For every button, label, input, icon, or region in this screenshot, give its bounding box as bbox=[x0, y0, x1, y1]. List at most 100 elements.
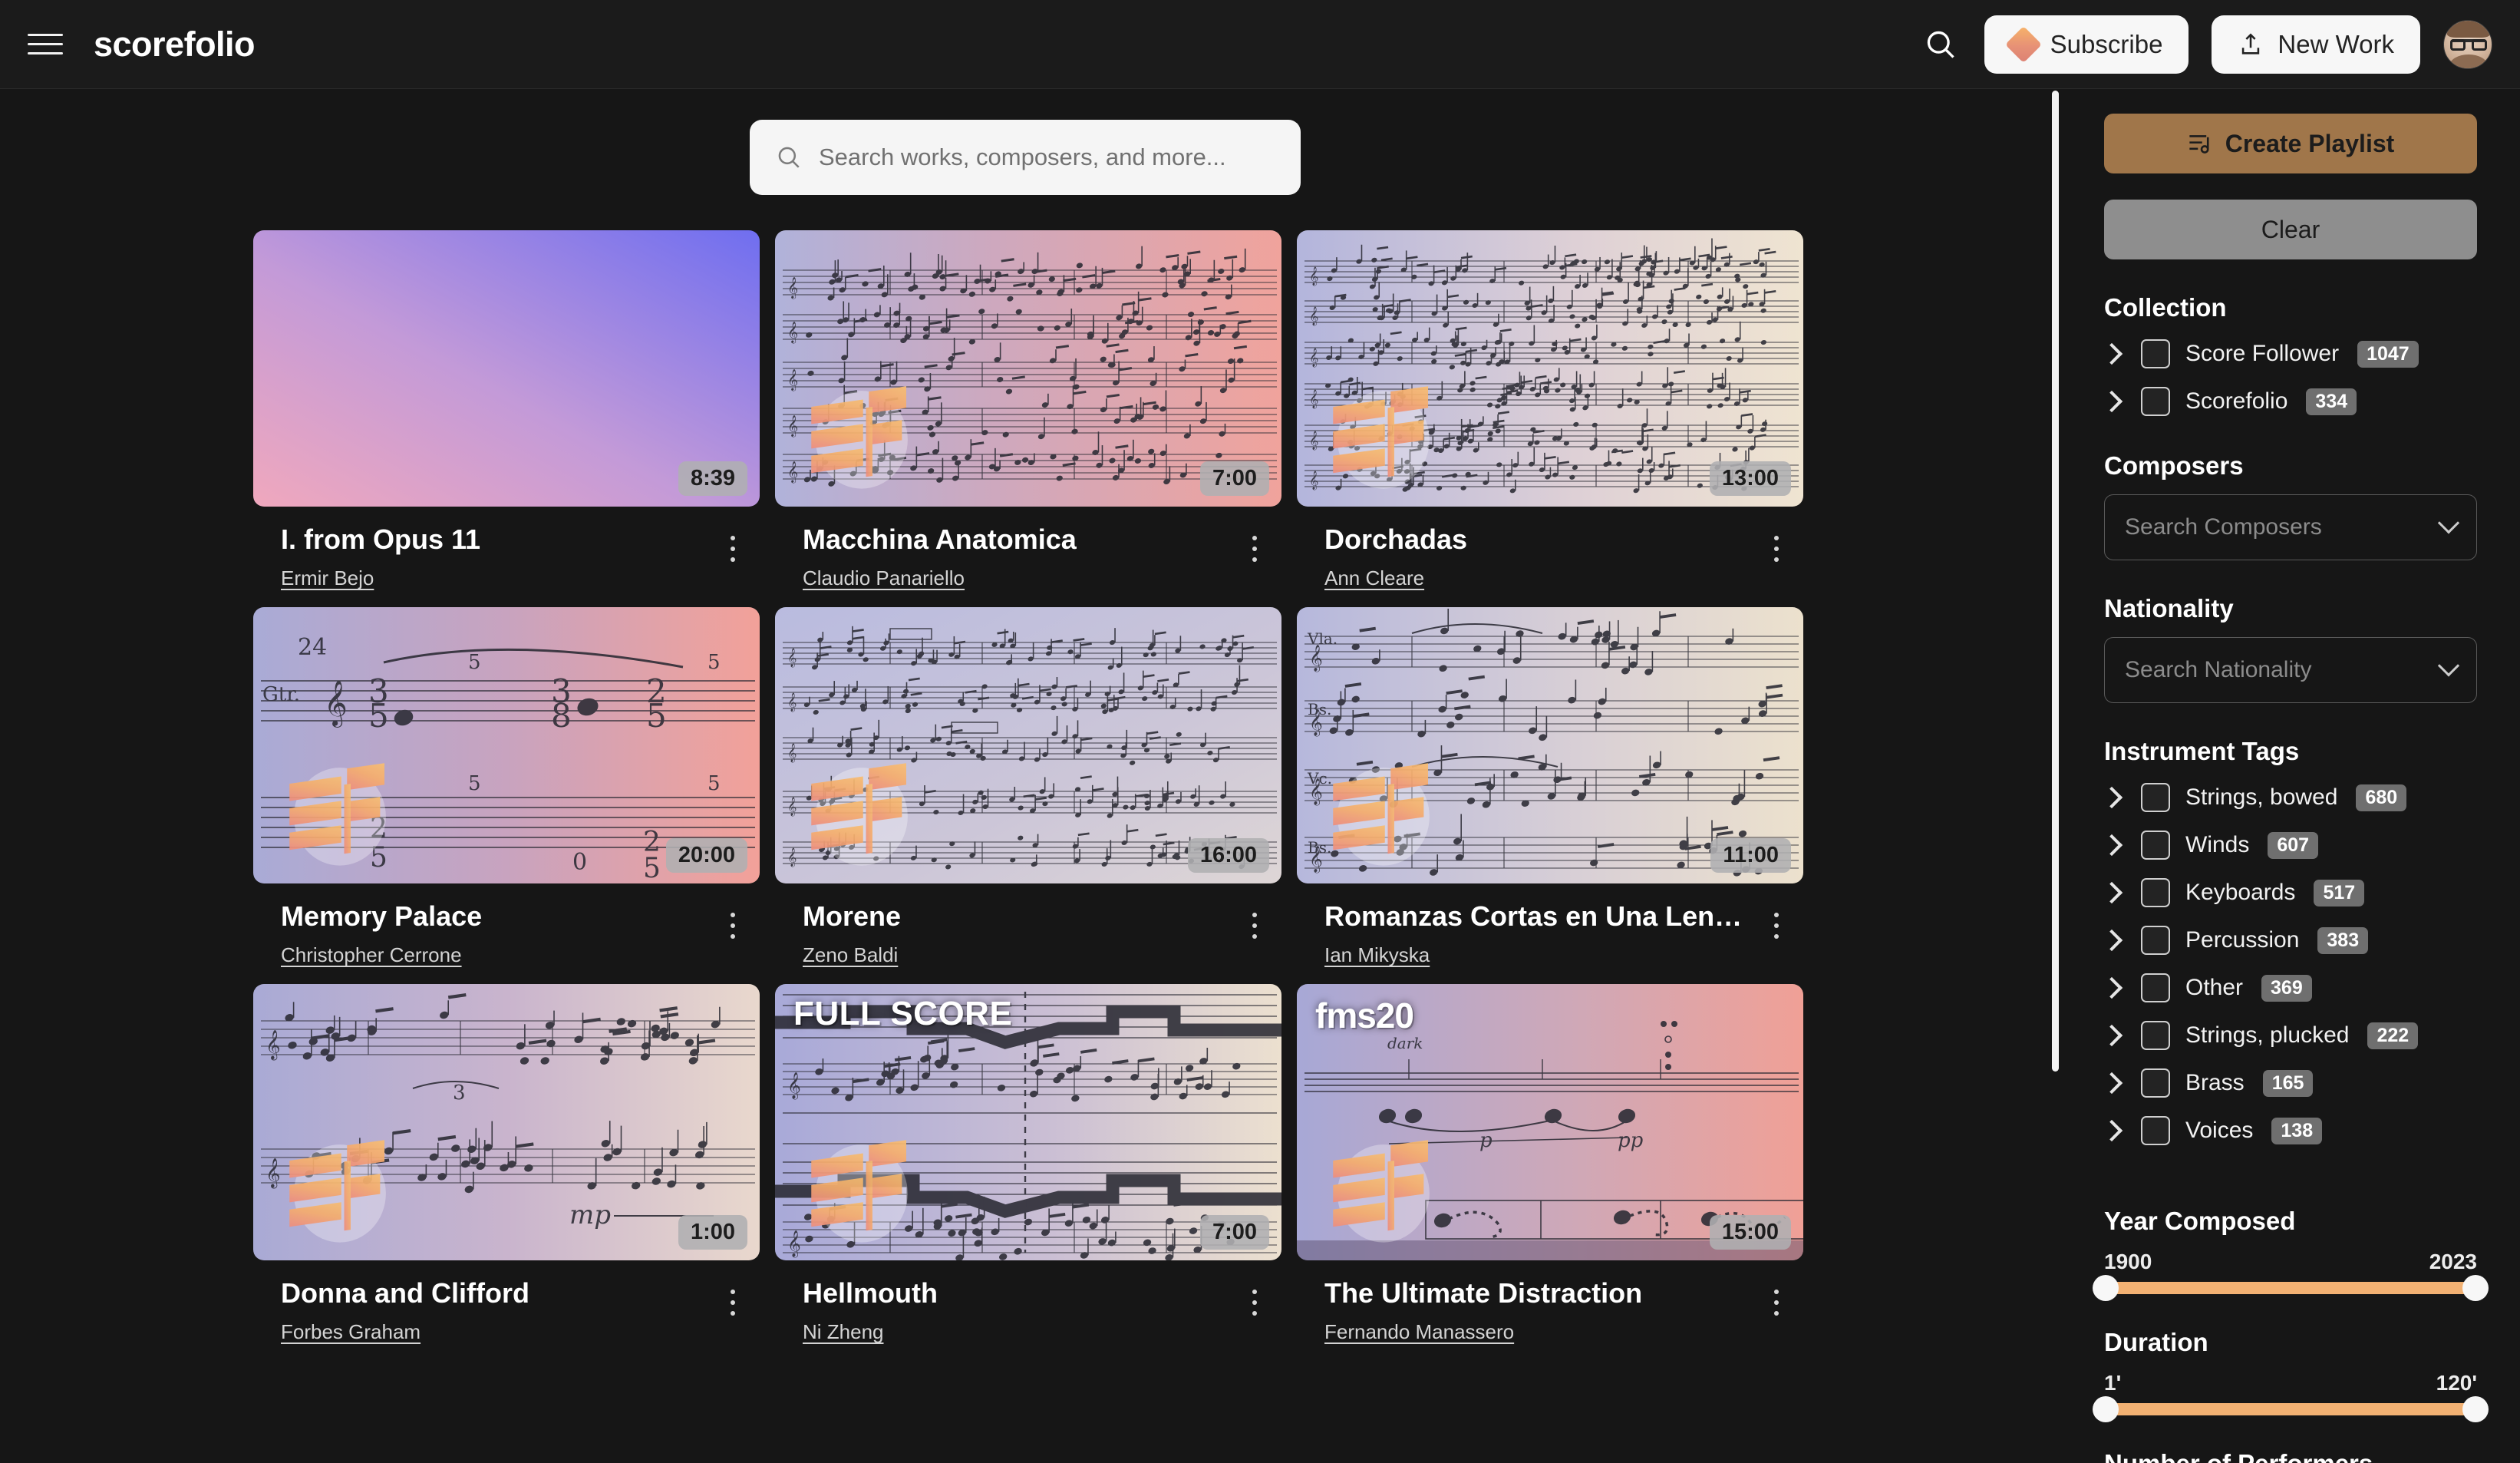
duration-slider-track[interactable] bbox=[2093, 1396, 2489, 1422]
work-card[interactable]: 𝄞 𝄞 𝄞 𝄞 𝄞 7:00 Macchina Anatomica Claudio Pa… bbox=[775, 230, 1281, 590]
work-composer-link[interactable]: Claudio Panariello bbox=[803, 566, 965, 590]
work-thumbnail[interactable]: 𝄞 𝄞 𝄞 𝄞 𝄞 16:00 bbox=[775, 607, 1281, 883]
work-composer-link[interactable]: Fernando Manassero bbox=[1324, 1320, 1514, 1344]
work-thumbnail[interactable]: 𝄞 𝄞 FULL SCORE 7:00 bbox=[775, 984, 1281, 1260]
work-composer-link[interactable]: Ermir Bejo bbox=[281, 566, 374, 590]
chevron-right-icon[interactable] bbox=[2100, 786, 2123, 809]
work-composer-link[interactable]: Ian Mikyska bbox=[1324, 943, 1430, 967]
chevron-right-icon[interactable] bbox=[2100, 881, 2123, 904]
duration-slider-knob-max[interactable] bbox=[2462, 1396, 2489, 1422]
chevron-right-icon[interactable] bbox=[2100, 1119, 2123, 1142]
search-icon[interactable] bbox=[1920, 24, 1961, 65]
work-more-options-icon[interactable] bbox=[715, 903, 750, 948]
work-thumbnail[interactable]: 24 Gtr. 𝄞 3 5553 82 5552 5 0 2 5 20:00 bbox=[253, 607, 760, 883]
collection-checkbox[interactable] bbox=[2141, 387, 2170, 416]
create-playlist-button[interactable]: Create Playlist bbox=[2104, 114, 2477, 173]
new-work-button[interactable]: New Work bbox=[2212, 15, 2420, 74]
work-card[interactable]: 24 Gtr. 𝄞 3 5553 82 5552 5 0 2 5 20:00 M… bbox=[253, 607, 760, 967]
year-slider-knob-min[interactable] bbox=[2093, 1275, 2119, 1301]
search-input[interactable]: Search works, composers, and more... bbox=[750, 120, 1301, 195]
work-card[interactable]: 𝄞 𝄞 FULL SCORE 7:00 Hellmouth Ni Zheng bbox=[775, 984, 1281, 1344]
avatar[interactable] bbox=[2443, 19, 2492, 69]
chevron-right-icon[interactable] bbox=[2100, 929, 2123, 952]
work-card[interactable]: Vla. 𝄞 Bs. 𝄞 Vc. 𝄞 Bs. 𝄞 11:00 Romanzas Cortas … bbox=[1297, 607, 1803, 967]
duration-slider-knob-min[interactable] bbox=[2093, 1396, 2119, 1422]
work-title[interactable]: Hellmouth bbox=[803, 1277, 1237, 1309]
instrument-facet-row[interactable]: Percussion 383 bbox=[2100, 924, 2477, 956]
work-thumbnail[interactable]: 8:39 bbox=[253, 230, 760, 507]
collection-facet-row[interactable]: Scorefolio 334 bbox=[2100, 385, 2477, 418]
work-thumbnail[interactable]: 𝄞 𝄞 3 mp 1:00 bbox=[253, 984, 760, 1260]
instrument-facet-row[interactable]: Strings, bowed 680 bbox=[2100, 781, 2477, 814]
instrument-checkbox[interactable] bbox=[2141, 1021, 2170, 1050]
chevron-right-icon[interactable] bbox=[2100, 834, 2123, 857]
year-slider-knob-max[interactable] bbox=[2462, 1275, 2489, 1301]
work-card[interactable]: 𝄞 𝄞 𝄞 𝄞 𝄞 16:00 Morene Zeno Baldi bbox=[775, 607, 1281, 967]
work-card[interactable]: 𝄞 𝄞 𝄞 𝄞 𝄞 𝄞 13:00 Dorchadas Ann Cleare bbox=[1297, 230, 1803, 590]
instrument-facet-row[interactable]: Keyboards 517 bbox=[2100, 877, 2477, 909]
work-card[interactable]: 8:39 I. from Opus 11 Ermir Bejo bbox=[253, 230, 760, 590]
instrument-facet-row[interactable]: Other 369 bbox=[2100, 972, 2477, 1004]
work-text-block: Morene Zeno Baldi bbox=[803, 900, 1237, 967]
work-more-options-icon[interactable] bbox=[1237, 1280, 1272, 1325]
instrument-checkbox[interactable] bbox=[2141, 831, 2170, 860]
chevron-right-icon[interactable] bbox=[2100, 390, 2123, 413]
instrument-facet-row[interactable]: Brass 165 bbox=[2100, 1067, 2477, 1099]
work-card[interactable]: 𝄞 𝄞 3 mp 1:00 Donna and Clifford Forbes Gr… bbox=[253, 984, 760, 1344]
work-title[interactable]: Dorchadas bbox=[1324, 523, 1759, 556]
work-more-options-icon[interactable] bbox=[1237, 903, 1272, 948]
year-composed-slider[interactable]: 1900 2023 bbox=[2093, 1250, 2489, 1301]
instrument-facet-row[interactable]: Strings, plucked 222 bbox=[2100, 1019, 2477, 1052]
work-thumbnail[interactable]: Vla. 𝄞 Bs. 𝄞 Vc. 𝄞 Bs. 𝄞 11:00 bbox=[1297, 607, 1803, 883]
chevron-right-icon[interactable] bbox=[2100, 976, 2123, 999]
work-title[interactable]: Macchina Anatomica bbox=[803, 523, 1237, 556]
svg-text:𝄞: 𝄞 bbox=[787, 368, 798, 391]
instrument-facet-row[interactable]: Winds 607 bbox=[2100, 829, 2477, 861]
main-scrollbar[interactable] bbox=[2050, 89, 2060, 1463]
playlist-add-icon bbox=[2189, 135, 2209, 154]
chevron-right-icon[interactable] bbox=[2100, 342, 2123, 365]
chevron-right-icon[interactable] bbox=[2100, 1072, 2123, 1095]
work-composer-link[interactable]: Ni Zheng bbox=[803, 1320, 884, 1344]
instrument-checkbox[interactable] bbox=[2141, 1116, 2170, 1145]
instrument-checkbox[interactable] bbox=[2141, 973, 2170, 1002]
duration-slider[interactable]: 1' 120' bbox=[2093, 1371, 2489, 1422]
work-composer-link[interactable]: Zeno Baldi bbox=[803, 943, 898, 967]
work-more-options-icon[interactable] bbox=[1759, 1280, 1794, 1325]
nationality-select[interactable]: Search Nationality bbox=[2104, 637, 2477, 703]
subscribe-button[interactable]: Subscribe bbox=[1984, 15, 2189, 74]
year-slider-track[interactable] bbox=[2093, 1275, 2489, 1301]
svg-text:𝄞: 𝄞 bbox=[787, 1072, 801, 1100]
collection-checkbox[interactable] bbox=[2141, 339, 2170, 368]
hamburger-icon[interactable] bbox=[28, 29, 63, 60]
instrument-checkbox[interactable] bbox=[2141, 878, 2170, 907]
chevron-right-icon[interactable] bbox=[2100, 1024, 2123, 1047]
svg-text:24: 24 bbox=[298, 634, 327, 661]
clear-filters-button[interactable]: Clear bbox=[2104, 200, 2477, 259]
work-more-options-icon[interactable] bbox=[715, 1280, 750, 1325]
composers-select[interactable]: Search Composers bbox=[2104, 494, 2477, 560]
collection-facet-row[interactable]: Score Follower 1047 bbox=[2100, 338, 2477, 370]
work-more-options-icon[interactable] bbox=[1759, 903, 1794, 948]
work-composer-link[interactable]: Forbes Graham bbox=[281, 1320, 421, 1344]
work-thumbnail[interactable]: dark p pp fms20 15:00 bbox=[1297, 984, 1803, 1260]
work-thumbnail[interactable]: 𝄞 𝄞 𝄞 𝄞 𝄞 7:00 bbox=[775, 230, 1281, 507]
work-more-options-icon[interactable] bbox=[1759, 527, 1794, 571]
scrollbar-thumb[interactable] bbox=[2052, 91, 2059, 1072]
work-title[interactable]: Memory Palace bbox=[281, 900, 715, 933]
work-title[interactable]: Morene bbox=[803, 900, 1237, 933]
work-title[interactable]: I. from Opus 11 bbox=[281, 523, 715, 556]
work-card[interactable]: dark p pp fms20 15:00 The Ultimate Distr… bbox=[1297, 984, 1803, 1344]
work-more-options-icon[interactable] bbox=[1237, 527, 1272, 571]
work-composer-link[interactable]: Christopher Cerrone bbox=[281, 943, 462, 967]
instrument-checkbox[interactable] bbox=[2141, 1068, 2170, 1098]
work-thumbnail[interactable]: 𝄞 𝄞 𝄞 𝄞 𝄞 𝄞 13:00 bbox=[1297, 230, 1803, 507]
work-title[interactable]: Donna and Clifford bbox=[281, 1277, 715, 1309]
instrument-checkbox[interactable] bbox=[2141, 783, 2170, 812]
instrument-facet-row[interactable]: Voices 138 bbox=[2100, 1115, 2477, 1147]
instrument-checkbox[interactable] bbox=[2141, 926, 2170, 955]
work-title[interactable]: The Ultimate Distraction bbox=[1324, 1277, 1759, 1309]
work-more-options-icon[interactable] bbox=[715, 527, 750, 571]
work-composer-link[interactable]: Ann Cleare bbox=[1324, 566, 1424, 590]
work-title[interactable]: Romanzas Cortas en Una Lengu... bbox=[1324, 900, 1759, 933]
